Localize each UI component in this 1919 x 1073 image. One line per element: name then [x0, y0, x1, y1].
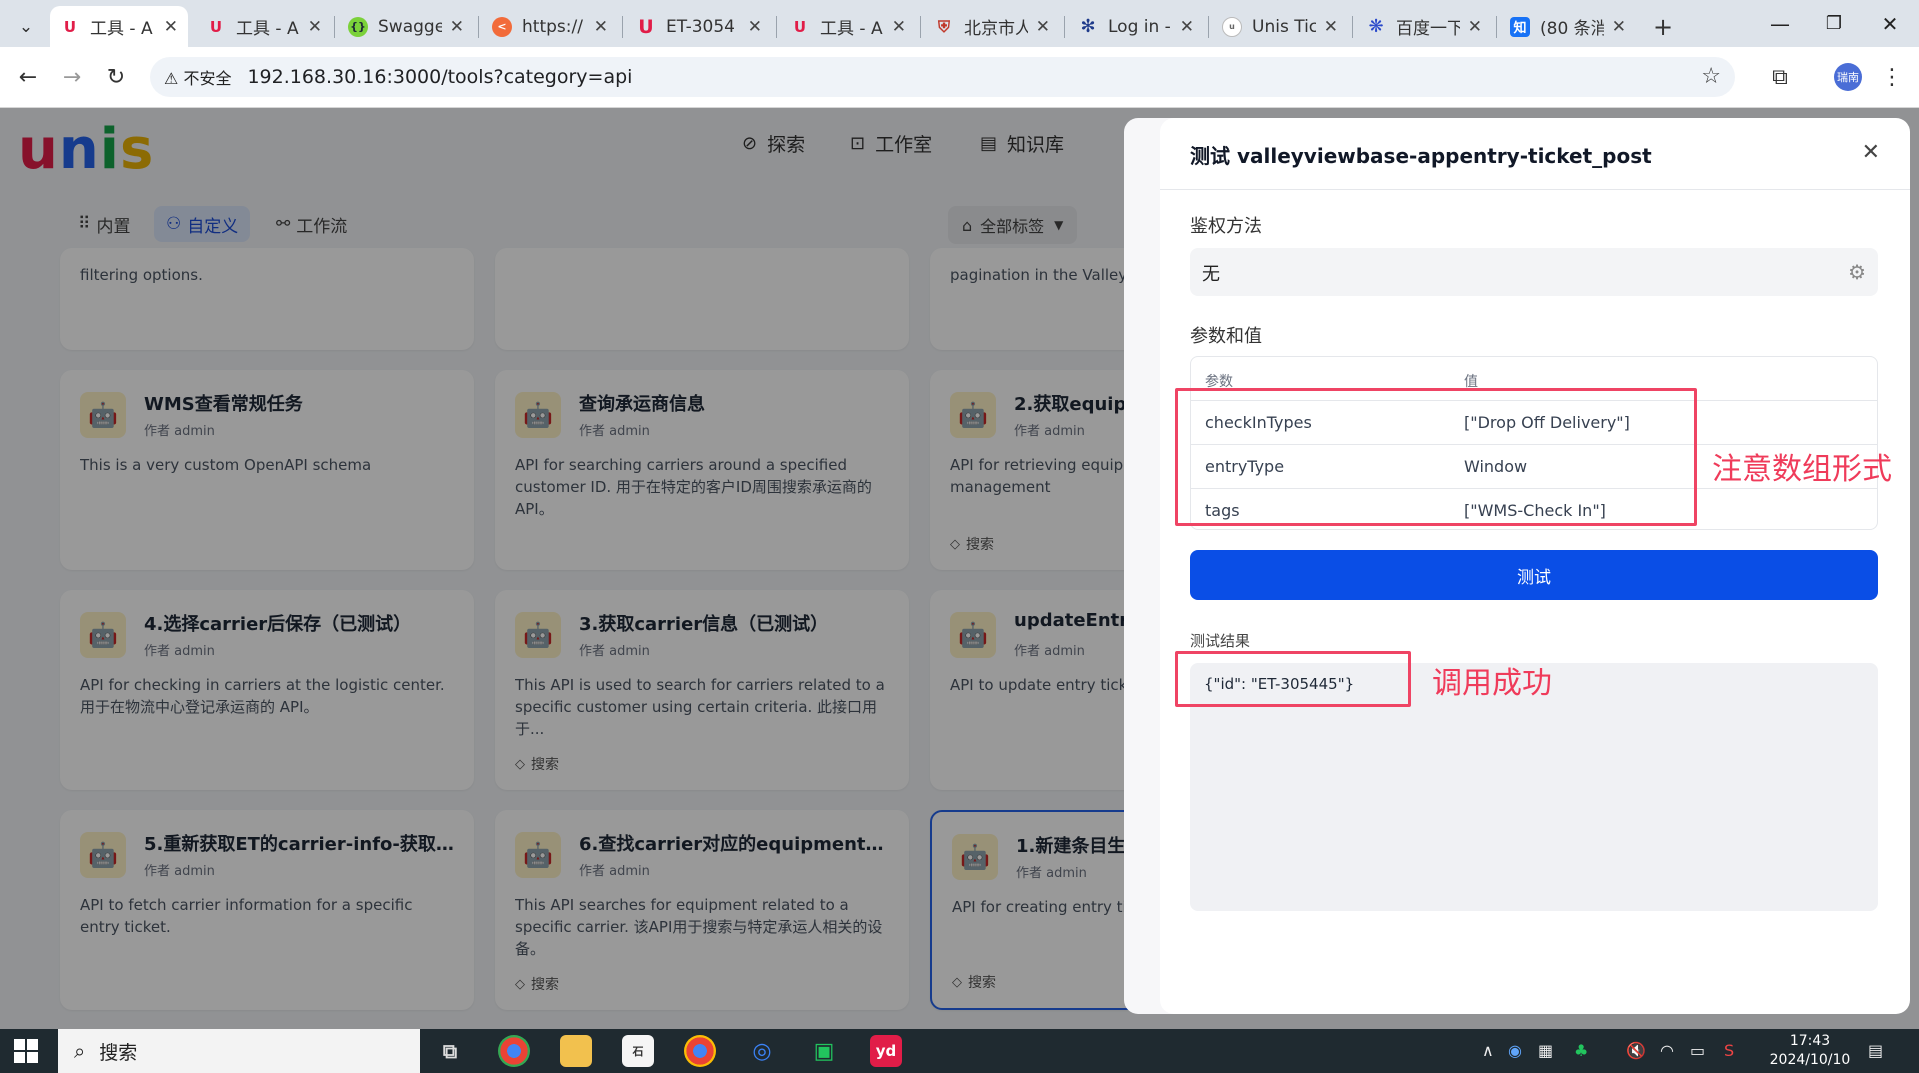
tray-app-icon[interactable]: ♣ [1574, 1041, 1588, 1060]
unis-logo-icon: U [793, 17, 807, 36]
windows-start-icon[interactable] [14, 1039, 38, 1063]
tab-3[interactable]: < https:// ✕ [482, 6, 618, 47]
task-view-icon[interactable]: ⧉ [434, 1035, 466, 1067]
close-icon[interactable]: ✕ [892, 17, 906, 37]
modal-header: 测试 valleyviewbase-appentry-ticket_post ✕ [1160, 118, 1910, 190]
back-icon[interactable]: ← [12, 61, 44, 93]
unis-logo-icon: U [63, 17, 77, 36]
profile-avatar[interactable]: 瑞南 [1834, 63, 1862, 91]
annotation-box-params [1175, 388, 1697, 526]
restore-icon[interactable]: ❐ [1804, 0, 1864, 47]
unis-logo-icon: U [209, 17, 223, 36]
link-icon: < [492, 16, 512, 37]
tab-0[interactable]: U 工具 - A ✕ [50, 6, 188, 47]
screen: ⌄ U 工具 - A ✕ U 工具 - A ✕ {} Swagge ✕ < ht… [0, 0, 1919, 1073]
zhihu-icon: 知 [1510, 16, 1530, 37]
tab-4[interactable]: U ET-3054 ✕ [626, 6, 772, 47]
browser-menu-icon[interactable]: ⋮ [1876, 61, 1908, 93]
windows-taskbar: ⌕ 搜索 ⧉ 石 ◎ ▣ yd ∧ ◉ ▦ ♣ 🔇 ◠ ▭ S 17:43 202… [0, 1029, 1919, 1073]
annotation-array-note: 注意数组形式 [1712, 452, 1892, 487]
system-clock[interactable]: 17:43 2024/10/10 [1765, 1032, 1855, 1070]
file-explorer-icon[interactable] [560, 1035, 592, 1067]
url-text[interactable]: 192.168.30.16:3000/tools?category=api [247, 66, 632, 88]
annotation-box-result [1175, 651, 1411, 707]
browser-tab-strip: ⌄ U 工具 - A ✕ U 工具 - A ✕ {} Swagge ✕ < ht… [0, 0, 1919, 47]
youdao-icon[interactable]: yd [870, 1035, 902, 1067]
not-secure-indicator[interactable]: ⚠ 不安全 [164, 65, 231, 89]
close-icon[interactable]: ✕ [164, 17, 178, 37]
close-icon[interactable]: ✕ [1036, 17, 1050, 37]
auth-method-field[interactable]: 无 ⚙ [1190, 248, 1878, 296]
minimize-icon[interactable]: — [1750, 0, 1810, 47]
modal-title: 测试 valleyviewbase-appentry-ticket_post [1190, 144, 1652, 168]
close-icon[interactable]: ✕ [594, 17, 608, 37]
extensions-icon[interactable]: ⧉ [1764, 61, 1796, 93]
tab-2[interactable]: {} Swagge ✕ [338, 6, 474, 47]
new-tab-button[interactable]: + [1648, 6, 1678, 47]
notes-app-icon[interactable]: 石 [622, 1035, 654, 1067]
volume-muted-icon[interactable]: 🔇 [1626, 1041, 1646, 1060]
taskbar-search[interactable]: ⌕ 搜索 [58, 1029, 420, 1073]
window-close-icon[interactable]: ✕ [1860, 0, 1919, 47]
unis-logo-icon: U [638, 15, 654, 38]
login-icon: ✻ [1080, 16, 1096, 37]
gear-icon[interactable]: ⚙ [1848, 260, 1866, 284]
tab-1[interactable]: U 工具 - A ✕ [196, 6, 332, 47]
tray-expand-icon[interactable]: ∧ [1482, 1041, 1494, 1060]
battery-icon[interactable]: ▭ [1690, 1041, 1705, 1060]
unis-ticket-icon: u [1222, 16, 1242, 37]
close-icon[interactable]: ✕ [450, 17, 464, 37]
search-app-icon[interactable]: ◎ [746, 1035, 778, 1067]
tray-app-icon[interactable]: ◉ [1508, 1041, 1522, 1060]
swagger-icon: {} [348, 16, 368, 37]
close-icon[interactable]: ✕ [308, 17, 322, 37]
sogou-ime-icon[interactable]: S [1724, 1041, 1734, 1060]
close-icon[interactable]: ✕ [1468, 17, 1482, 37]
search-icon: ⌕ [74, 1039, 86, 1063]
tab-7[interactable]: ✻ Log in - ✕ [1068, 6, 1204, 47]
annotation-success-note: 调用成功 [1432, 666, 1552, 701]
auth-method-label: 鉴权方法 [1190, 216, 1262, 237]
tray-display-icon[interactable]: ▦ [1538, 1041, 1553, 1060]
forward-icon[interactable]: → [56, 61, 88, 93]
tab-9[interactable]: ❋ 百度一下 ✕ [1356, 6, 1492, 47]
tab-6[interactable]: ⛨ 北京市人 ✕ [924, 6, 1060, 47]
wifi-icon[interactable]: ◠ [1660, 1041, 1674, 1060]
close-icon[interactable]: ✕ [1612, 17, 1626, 37]
tab-10[interactable]: 知 (80 条消 ✕ [1500, 6, 1636, 47]
test-tool-modal: 测试 valleyviewbase-appentry-ticket_post ✕… [1160, 118, 1910, 1014]
bookmark-star-icon[interactable]: ☆ [1701, 64, 1721, 89]
chrome-icon[interactable] [498, 1035, 530, 1067]
test-result-label: 测试结果 [1190, 632, 1251, 650]
wechat-icon[interactable]: ▣ [808, 1035, 840, 1067]
tab-8[interactable]: u Unis Tic ✕ [1212, 6, 1348, 47]
tab-5[interactable]: U 工具 - A ✕ [780, 6, 916, 47]
omnibox[interactable]: ⚠ 不安全 192.168.30.16:3000/tools?category=… [150, 57, 1735, 97]
close-icon[interactable]: ✕ [1180, 17, 1194, 37]
reload-icon[interactable]: ↻ [100, 61, 132, 93]
address-bar-row: ← → ↻ ⚠ 不安全 192.168.30.16:3000/tools?cat… [0, 47, 1919, 108]
params-label: 参数和值 [1190, 326, 1262, 347]
warning-icon: ⚠ [164, 69, 179, 88]
baidu-icon: ❋ [1368, 16, 1384, 37]
test-button[interactable]: 测试 [1190, 550, 1878, 600]
notification-icon[interactable]: ▤ [1868, 1041, 1883, 1060]
tab-search-button[interactable]: ⌄ [8, 6, 44, 47]
close-icon[interactable]: ✕ [1862, 140, 1880, 165]
chrome-icon[interactable] [684, 1035, 716, 1067]
close-icon[interactable]: ✕ [748, 17, 762, 37]
close-icon[interactable]: ✕ [1324, 17, 1338, 37]
gov-icon: ⛨ [937, 16, 950, 36]
